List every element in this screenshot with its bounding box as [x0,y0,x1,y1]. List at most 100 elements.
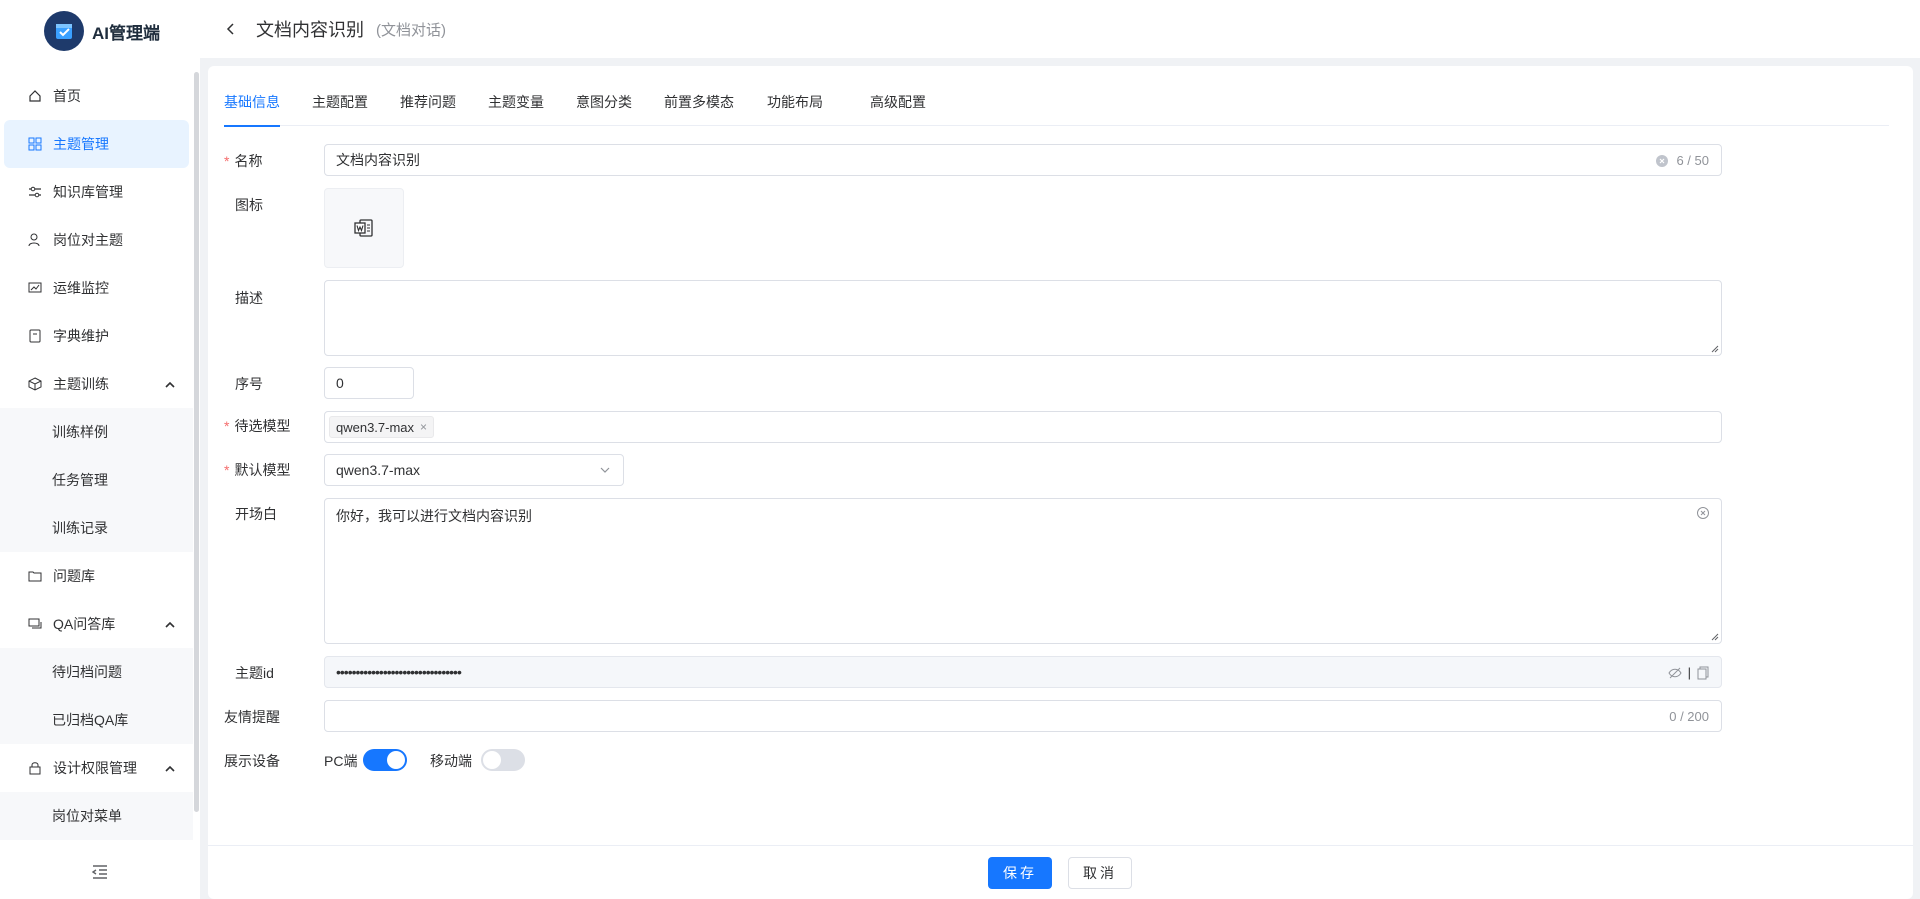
training-submenu: 训练样例 任务管理 训练记录 [0,408,193,552]
sidebar-item-label: 首页 [53,88,81,104]
sidebar-subitem-pending-questions[interactable]: 待归档问题 [0,648,193,696]
pc-label: PC端 [324,753,358,769]
sidebar-subitem-training-records[interactable]: 训练记录 [0,504,193,552]
name-value: 文档内容识别 [336,152,420,168]
sidebar-scrollbar[interactable] [194,72,199,812]
resize-handle-icon[interactable] [1709,343,1719,353]
qa-submenu: 待归档问题 已归档QA库 [0,648,193,744]
chevron-up-icon [165,377,175,393]
sidebar-item-label: QA问答库 [53,616,116,632]
page-header: 文档内容识别 (文档对话) [200,0,1920,58]
tab-function-layout[interactable]: 功能布局 [767,92,823,126]
candidate-model-select[interactable]: qwen3.7-max × [324,411,1722,443]
copy-icon[interactable] [1697,666,1709,680]
save-button[interactable]: 保存 [988,857,1052,889]
sidebar-item-knowledge-base[interactable]: 知识库管理 [0,168,193,216]
sidebar-item-label: 主题训练 [53,376,109,392]
sidebar-item-permission-management[interactable]: 设计权限管理 [0,744,193,792]
default-model-value: qwen3.7-max [336,462,421,478]
tab-topic-config[interactable]: 主题配置 [312,92,368,126]
sliders-icon [27,184,43,200]
sidebar-nav: 首页 主题管理 知识库管理 岗位对主题 运维监控 字典维护 主题训练 训练样例 [0,72,193,840]
topic-id-label: 主题id [235,665,274,681]
monitor-chart-icon [27,280,43,296]
opening-value: 你好，我可以进行文档内容识别 [336,508,532,524]
logo-icon [44,11,84,51]
candidate-model-label: * 待选模型 [224,416,290,436]
display-device-label: 展示设备 [224,753,280,769]
sidebar-item-label: 知识库管理 [53,184,123,200]
tip-label: 友情提醒 [224,709,280,725]
tab-intent-classification[interactable]: 意图分类 [576,92,632,126]
chevron-up-icon [165,617,175,633]
cancel-button[interactable]: 取消 [1068,857,1132,889]
chevron-up-icon [165,761,175,777]
name-label: * 名称 [224,151,262,171]
toggle-knob [483,751,501,769]
sidebar-subitem-position-menu[interactable]: 岗位对菜单 [0,792,193,840]
sidebar-item-topic-management[interactable]: 主题管理 [4,120,189,168]
user-settings-icon [27,232,43,248]
chat-icon [27,616,43,632]
mobile-toggle[interactable] [481,749,525,771]
tab-pre-multimodal[interactable]: 前置多模态 [664,92,734,126]
opening-label: 开场白 [235,506,277,522]
tag-close-icon[interactable]: × [420,420,427,434]
word-doc-icon [354,219,373,237]
tab-advanced-config[interactable]: 高级配置 [870,92,926,126]
tip-input[interactable]: 0 / 200 [324,700,1722,732]
sidebar: AI管理端 首页 主题管理 知识库管理 岗位对主题 运维监控 字典维护 主题训练… [0,0,200,899]
sidebar-item-ops-monitor[interactable]: 运维监控 [0,264,193,312]
sidebar-item-topic-training[interactable]: 主题训练 [0,360,193,408]
description-textarea[interactable] [324,280,1722,356]
sidebar-item-label: 主题管理 [53,136,109,152]
topic-id-value: •••••••••••••••••••••••••••••••• [336,664,462,680]
topic-id-actions: | [1668,665,1709,680]
pc-toggle[interactable] [363,749,407,771]
name-counter: 6 / 50 [1656,153,1709,168]
topic-id-field[interactable]: •••••••••••••••••••••••••••••••• | [324,656,1722,688]
sidebar-item-home[interactable]: 首页 [0,72,193,120]
clear-icon[interactable] [1656,154,1669,167]
mobile-label: 移动端 [430,753,472,769]
clear-icon[interactable] [1697,507,1709,519]
sidebar-item-question-bank[interactable]: 问题库 [0,552,193,600]
action-divider: | [1687,665,1691,680]
default-model-select[interactable]: qwen3.7-max [324,454,624,486]
sidebar-item-label: 运维监控 [53,280,109,296]
candidate-model-label-text: 待选模型 [234,418,291,434]
required-mark: * [224,153,230,169]
opening-textarea[interactable]: 你好，我可以进行文档内容识别 [324,498,1722,644]
sidebar-item-label: 问题库 [53,568,95,584]
order-input[interactable]: 0 [324,367,414,399]
icon-upload[interactable] [324,188,404,268]
sidebar-subitem-training-samples[interactable]: 训练样例 [0,408,193,456]
back-icon[interactable] [226,22,240,36]
name-field[interactable]: 文档内容识别 6 / 50 [324,144,1722,176]
tab-basic-info[interactable]: 基础信息 [224,92,280,127]
default-model-label: * 默认模型 [224,460,290,480]
grid-icon [27,136,43,152]
sidebar-subitem-archived-qa[interactable]: 已归档QA库 [0,696,193,744]
tab-recommended-questions[interactable]: 推荐问题 [400,92,456,126]
name-count-text: 6 / 50 [1676,153,1709,168]
home-icon [27,88,43,104]
cube-icon [27,376,43,392]
chevron-down-icon [600,467,610,473]
tab-topic-variables[interactable]: 主题变量 [488,92,544,126]
sidebar-subitem-task-management[interactable]: 任务管理 [0,456,193,504]
eye-off-icon[interactable] [1668,666,1682,680]
page-subtitle: (文档对话) [376,21,446,39]
required-mark: * [224,418,230,434]
toggle-knob [387,751,405,769]
default-model-label-text: 默认模型 [234,462,291,478]
name-label-text: 名称 [234,153,263,169]
sidebar-item-label: 岗位对主题 [53,232,123,248]
sidebar-item-dictionary[interactable]: 字典维护 [0,312,193,360]
required-mark: * [224,462,230,478]
app-logo[interactable]: AI管理端 [0,0,200,62]
collapse-sidebar-icon[interactable] [91,864,109,880]
sidebar-item-qa-library[interactable]: QA问答库 [0,600,193,648]
sidebar-item-position-topic[interactable]: 岗位对主题 [0,216,193,264]
resize-handle-icon[interactable] [1709,631,1719,641]
